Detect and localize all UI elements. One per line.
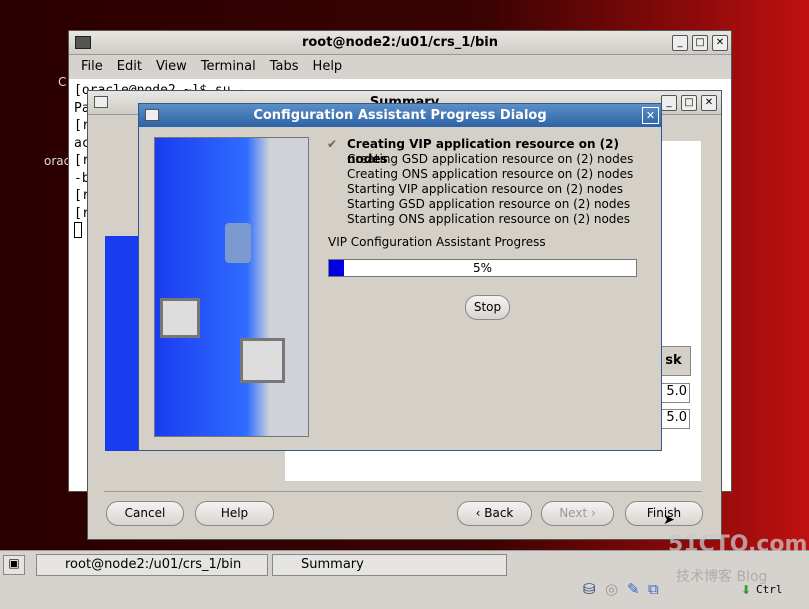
database-icon [225,223,251,263]
step-list: ✔ Creating VIP application resource on (2… [327,137,661,227]
next-button[interactable]: Next › [541,501,614,526]
close-button[interactable]: ✕ [701,95,717,111]
maximize-button[interactable]: □ [681,95,697,111]
progress-bar: 5% [328,259,637,277]
menubar: File Edit View Terminal Tabs Help [81,59,356,74]
progress-text: 5% [472,261,493,275]
terminal-cursor [74,222,82,238]
pen-icon: ✎ [627,580,640,598]
stop-button[interactable]: Stop [465,295,510,320]
back-button[interactable]: ‹ Back [457,501,532,526]
progress-label: VIP Configuration Assistant Progress [328,235,546,249]
taskbar-item-terminal[interactable]: root@node2:/u01/crs_1/bin [36,554,268,576]
step-item: Starting VIP application resource on (2)… [347,182,623,196]
desktop-icon-label[interactable]: orac [44,154,70,168]
table-cell: 5.0 [660,383,690,403]
step-item: Creating ONS application resource on (2)… [347,167,634,181]
menu-terminal[interactable]: Terminal [201,59,256,74]
minimize-button[interactable]: _ [672,35,688,51]
close-button[interactable]: ✕ [642,107,659,124]
minimize-button[interactable]: _ [661,95,677,111]
watermark-logo: 51CTO.com [668,532,808,557]
step-item: ✔ Creating VIP application resource on (2… [327,137,661,166]
monitor-icon [240,338,285,383]
disk-icon: ⛁ [583,580,596,598]
step-item: Starting ONS application resource on (2)… [347,212,631,226]
checkmark-icon: ✔ [327,137,338,151]
illustration-image [154,137,309,437]
chevron-left-icon: ‹ [475,506,485,520]
cd-icon: ◎ [605,580,619,598]
cancel-button[interactable]: Cancel [106,501,184,526]
show-desktop-icon[interactable]: ▣ [3,555,25,575]
menu-edit[interactable]: Edit [117,59,142,74]
dialog-titlebar[interactable]: Configuration Assistant Progress Dialog [139,104,661,127]
mouse-cursor-icon: ➤ [663,512,675,528]
terminal-titlebar[interactable]: root@node2:/u01/crs_1/bin [69,31,731,55]
watermark-logo: 技术博客 Blog [676,569,768,585]
help-button[interactable]: Help [195,501,274,526]
menu-file[interactable]: File [81,59,103,74]
window-icon [145,109,159,121]
back-label: Back [484,506,514,520]
step-item: Starting GSD application resource on (2)… [347,197,631,211]
dialog-title: Configuration Assistant Progress Dialog [253,108,547,123]
taskbar-item-summary[interactable]: Summary [272,554,507,576]
menu-help[interactable]: Help [313,59,343,74]
monitor-icon [160,298,200,338]
menu-tabs[interactable]: Tabs [270,59,299,74]
window-icon [94,96,108,108]
chevron-right-icon: › [587,506,596,520]
table-cell: 5.0 [660,409,690,429]
desktop-icon-label[interactable]: C [58,75,66,89]
window-title: root@node2:/u01/crs_1/bin [301,35,499,50]
close-button[interactable]: ✕ [712,35,728,51]
terminal-app-icon [75,36,91,49]
menu-view[interactable]: View [156,59,187,74]
next-label: Next [559,506,588,520]
divider [104,491,702,492]
network-icon: ⧉ [648,580,659,598]
progress-dialog: Configuration Assistant Progress Dialog … [138,103,662,451]
maximize-button[interactable]: □ [692,35,708,51]
